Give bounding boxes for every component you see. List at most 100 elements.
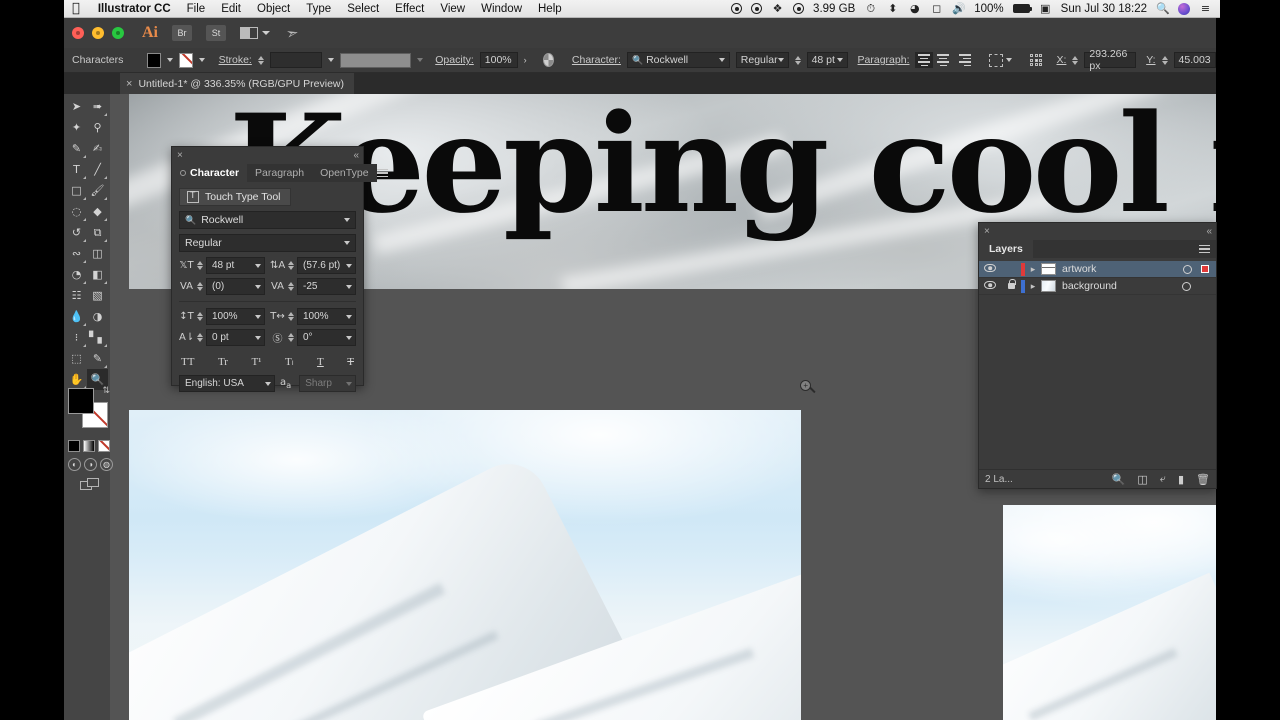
collapse-panel-icon[interactable]: «	[353, 150, 358, 161]
airplay-icon[interactable]: ◻	[930, 2, 943, 15]
menu-view[interactable]: View	[432, 3, 473, 15]
align-center-button[interactable]	[934, 52, 953, 68]
language-select[interactable]: English: USA	[179, 375, 275, 392]
delete-selection-icon[interactable]: 🗑	[1196, 473, 1210, 486]
font-size-field[interactable]: 48 pt	[806, 52, 848, 68]
tab-character[interactable]: Character	[172, 164, 248, 182]
tracking-field[interactable]: -25	[297, 278, 356, 295]
none-mode-button[interactable]	[98, 440, 110, 452]
anti-alias-select[interactable]: Sharp	[299, 375, 356, 392]
column-graph-tool[interactable]: ▘▖	[87, 327, 108, 348]
menu-help[interactable]: Help	[530, 3, 570, 15]
panel-menu-icon[interactable]	[376, 164, 394, 182]
expand-layer-icon[interactable]: ▸	[1025, 264, 1041, 275]
create-new-sublayer-icon[interactable]: ⤶	[1160, 472, 1166, 486]
bluetooth-icon[interactable]: ⬍	[886, 2, 899, 15]
line-segment-tool[interactable]: ╱	[87, 159, 108, 180]
opacity-mask-icon[interactable]	[542, 53, 554, 67]
collapse-panel-icon[interactable]: «	[1206, 226, 1211, 237]
free-transform-tool[interactable]: ◫	[87, 243, 108, 264]
y-field[interactable]: 45.003	[1173, 52, 1217, 68]
wifi-icon[interactable]: ◕	[908, 2, 921, 15]
menu-object[interactable]: Object	[249, 3, 298, 15]
memory-icon[interactable]	[793, 3, 805, 14]
menu-effect[interactable]: Effect	[387, 3, 432, 15]
make-clipping-mask-icon[interactable]: ◫	[1137, 473, 1147, 486]
leading-field[interactable]: (57.6 pt)	[297, 257, 356, 274]
all-caps-button[interactable]: TT	[181, 356, 194, 368]
selection-tool[interactable]: ➤	[66, 96, 87, 117]
draw-normal-button[interactable]: ◐	[68, 458, 81, 471]
expand-layer-icon[interactable]: ▸	[1025, 281, 1041, 292]
align-left-button[interactable]	[915, 52, 934, 68]
opacity-flyout-arrow-icon[interactable]: ›	[524, 55, 527, 65]
panel-font-style-field[interactable]: Regular	[179, 234, 356, 252]
shape-builder-tool[interactable]: ◔	[66, 264, 87, 285]
stroke-weight-field[interactable]	[269, 52, 322, 68]
gradient-tool[interactable]: ▧	[87, 285, 108, 306]
blend-tool[interactable]: ◑	[87, 306, 108, 327]
close-panel-icon[interactable]: ×	[984, 226, 990, 237]
color-mode-button[interactable]	[68, 440, 80, 452]
touch-type-tool-button[interactable]: Touch Type Tool	[179, 188, 291, 206]
tracking-stepper[interactable]	[288, 282, 294, 291]
reference-point-selector[interactable]	[1030, 54, 1043, 66]
x-stepper[interactable]	[1072, 55, 1079, 65]
volume-icon[interactable]: 🔊	[952, 2, 966, 15]
spotlight-search-icon[interactable]: 🔍	[1156, 2, 1170, 15]
transform-flyout-button[interactable]	[989, 53, 1013, 67]
fill-chevron-down-icon[interactable]	[166, 58, 173, 62]
width-tool[interactable]: ∾	[66, 243, 87, 264]
locate-object-icon[interactable]: 🔍	[1112, 473, 1126, 486]
rectangle-tool[interactable]: □	[66, 180, 87, 201]
paintbrush-tool[interactable]: 🖌	[87, 180, 108, 201]
vertical-scale-field[interactable]: 100%	[206, 308, 265, 325]
menu-edit[interactable]: Edit	[213, 3, 249, 15]
stroke-chevron-down-icon[interactable]	[198, 58, 205, 62]
font-size-stepper[interactable]	[197, 261, 203, 270]
go-to-bridge-button[interactable]: Br	[172, 25, 192, 41]
align-right-button[interactable]	[953, 52, 972, 68]
creative-cloud-icon[interactable]: ➣	[284, 23, 300, 43]
leading-stepper[interactable]	[288, 261, 294, 270]
x-field[interactable]: 293.266 px	[1084, 48, 1137, 72]
sync-icon[interactable]	[751, 3, 763, 14]
menu-select[interactable]: Select	[339, 3, 387, 15]
hand-tool[interactable]: ✋	[66, 369, 87, 390]
menu-app-name[interactable]: Illustrator CC	[90, 3, 179, 15]
stroke-weight-chevron-down-icon[interactable]	[327, 58, 334, 62]
y-stepper[interactable]	[1161, 55, 1168, 65]
tab-opentype[interactable]: OpenType	[312, 164, 377, 182]
gradient-mode-button[interactable]	[83, 440, 95, 452]
character-rotation-stepper[interactable]	[288, 333, 294, 342]
perspective-grid-tool[interactable]: ◧	[87, 264, 108, 285]
kerning-field[interactable]: (0)	[206, 278, 265, 295]
stroke-color-swatch[interactable]	[178, 52, 193, 68]
layer-name[interactable]: background	[1062, 280, 1182, 292]
vertical-scale-stepper[interactable]	[197, 312, 203, 321]
magic-wand-tool[interactable]: ✦	[66, 117, 87, 138]
font-family-field[interactable]: 🔍 Rockwell	[626, 52, 730, 68]
eyedropper-tool[interactable]: 💧	[66, 306, 87, 327]
notification-center-icon[interactable]: ≡	[1199, 2, 1212, 15]
horizontal-scale-field[interactable]: 100%	[297, 308, 356, 325]
draw-inside-button[interactable]: ◍	[100, 458, 113, 471]
small-caps-button[interactable]: Tr	[218, 356, 228, 368]
layer-target-circle[interactable]	[1183, 264, 1192, 274]
mesh-tool[interactable]: ☷	[66, 285, 87, 306]
kerning-stepper[interactable]	[197, 282, 203, 291]
panel-menu-icon[interactable]	[1199, 244, 1216, 254]
maximize-window-button[interactable]	[112, 27, 124, 39]
tab-layers[interactable]: Layers	[979, 240, 1033, 258]
fill-color-swatch[interactable]	[147, 52, 161, 68]
shaper-tool[interactable]: ◌	[66, 201, 87, 222]
layer-visibility-toggle[interactable]	[979, 280, 1001, 292]
underline-button[interactable]: T	[317, 356, 324, 368]
menu-file[interactable]: File	[179, 3, 214, 15]
pen-tool[interactable]: ✎	[66, 138, 87, 159]
dropbox-icon[interactable]: ❖	[771, 2, 784, 15]
table-row[interactable]: ▸ artwork	[979, 261, 1216, 278]
fill-swatch-tool[interactable]	[68, 388, 94, 414]
arrange-documents-button[interactable]	[240, 27, 270, 39]
menu-type[interactable]: Type	[298, 3, 339, 15]
